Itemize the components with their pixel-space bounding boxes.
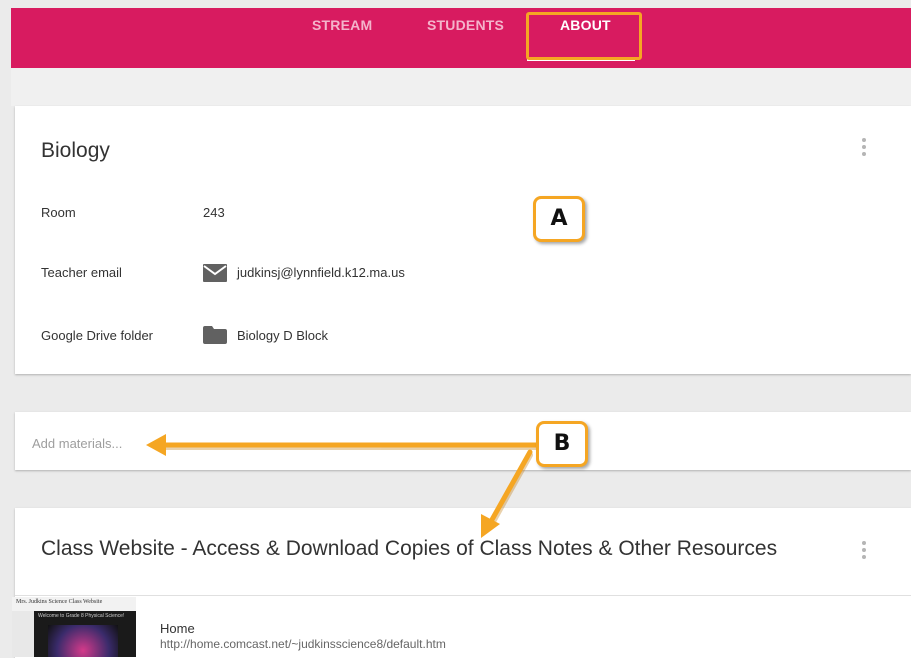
- annotation-arrows: [146, 434, 539, 538]
- callout-b: B: [536, 421, 588, 467]
